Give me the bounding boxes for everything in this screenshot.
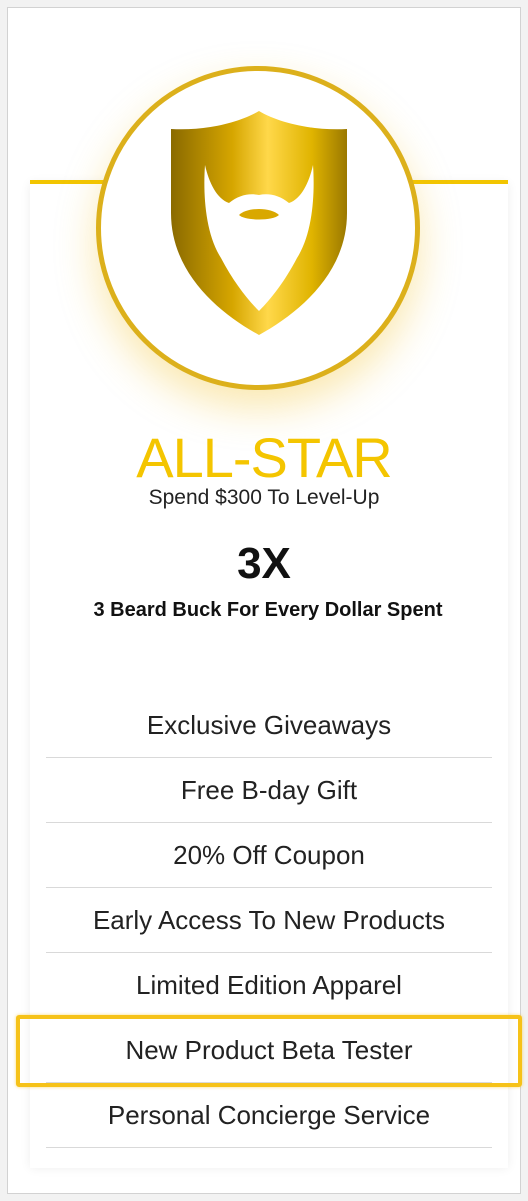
- tier-name: ALL-STAR: [136, 426, 392, 489]
- benefit-item-coupon: 20% Off Coupon: [46, 823, 492, 888]
- benefit-item-early-access: Early Access To New Products: [46, 888, 492, 953]
- highlight-box: [16, 1015, 522, 1087]
- benefit-item-exclusive-giveaways: Exclusive Giveaways: [46, 693, 492, 758]
- level-up-requirement: Spend $300 To Level-Up: [148, 486, 380, 509]
- beard-shield-icon: [171, 111, 347, 335]
- tier-badge: [96, 66, 420, 390]
- benefit-item-free-bday-gift: Free B-day Gift: [46, 758, 492, 823]
- gold-accent-line-right: [408, 180, 508, 184]
- benefit-item-limited-apparel: Limited Edition Apparel: [46, 953, 492, 1018]
- reward-multiplier: 3X: [237, 539, 291, 588]
- reward-multiplier-description: 3 Beard Buck For Every Dollar Spent: [93, 599, 443, 621]
- benefit-item-concierge: Personal Concierge Service: [46, 1083, 492, 1148]
